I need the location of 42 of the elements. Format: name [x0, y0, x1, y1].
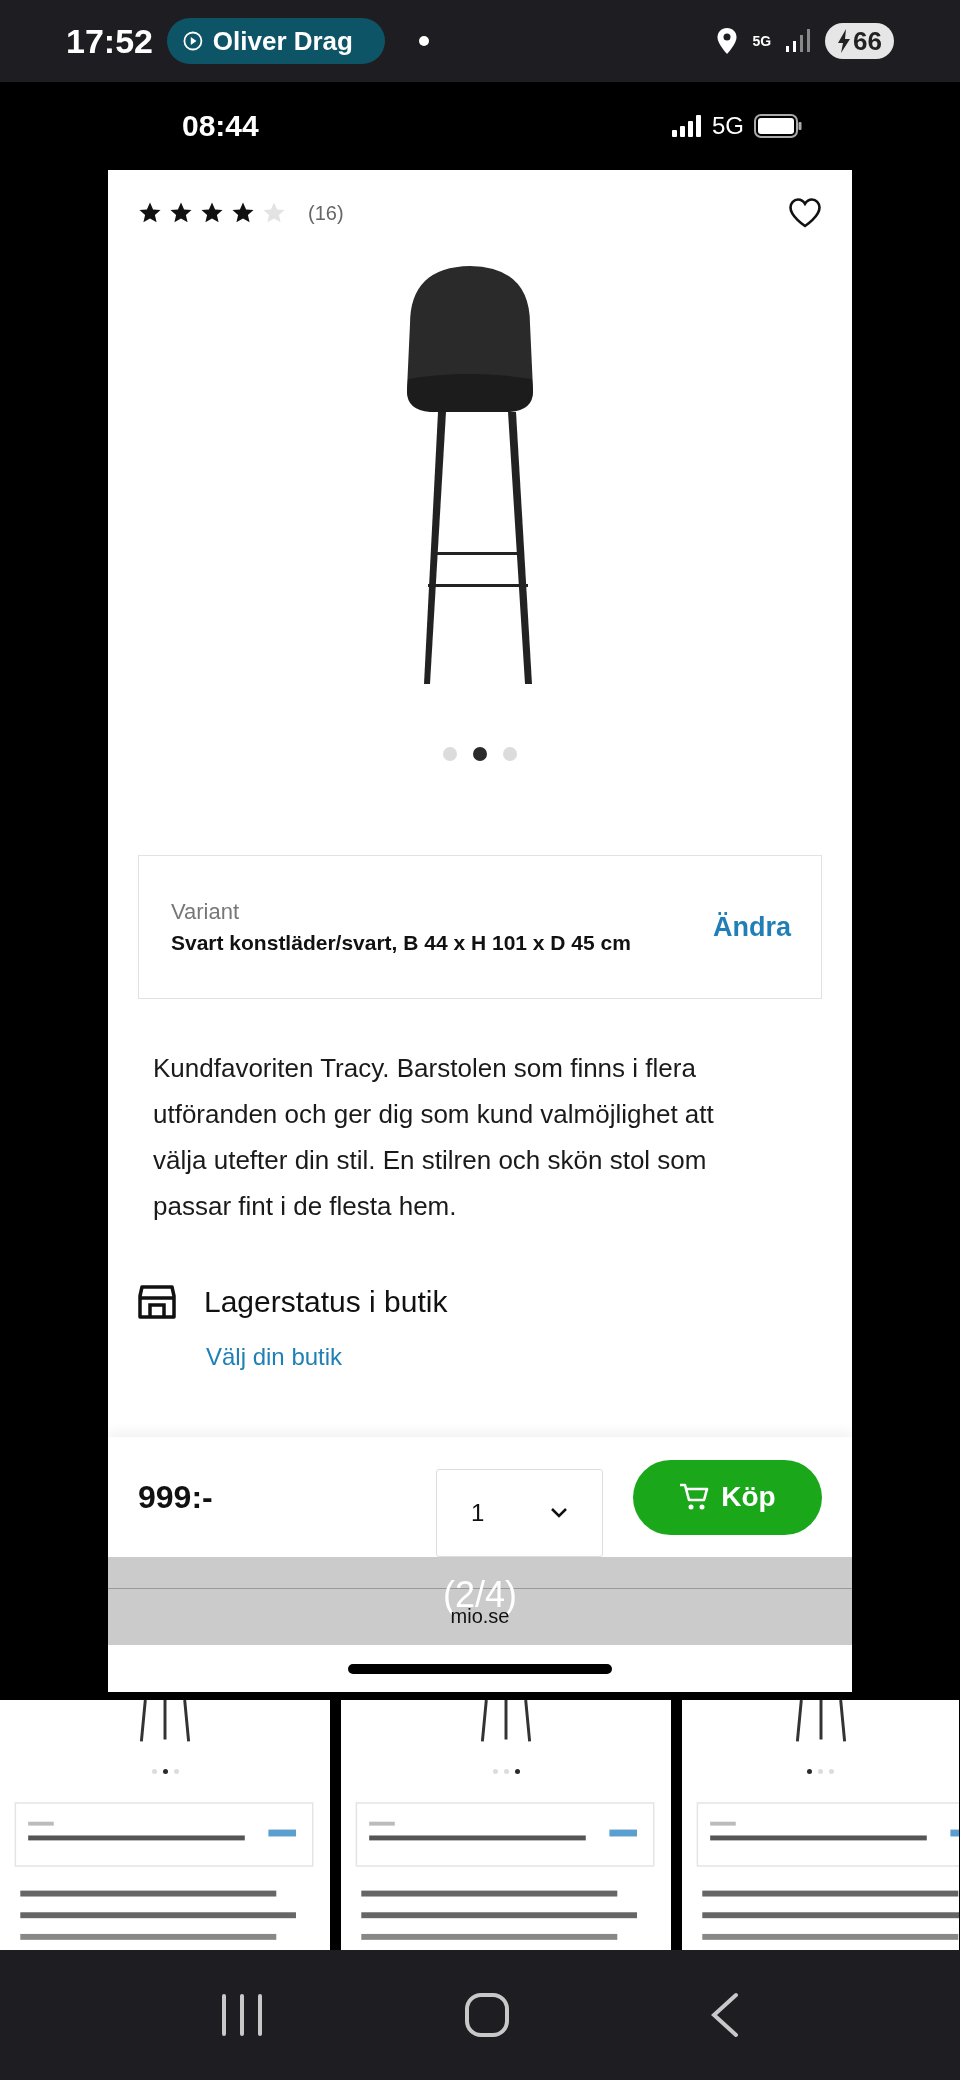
inner-status-time: 08:44 [182, 109, 259, 143]
home-icon[interactable] [464, 1992, 510, 2038]
change-variant-link[interactable]: Ändra [713, 911, 791, 943]
carousel-dot[interactable] [503, 747, 517, 761]
screenshot-thumbnail[interactable] [682, 1700, 959, 1950]
home-indicator[interactable] [348, 1663, 612, 1674]
signal-icon [672, 115, 702, 137]
buy-button[interactable]: Köp [633, 1459, 822, 1535]
battery-level: 66 [853, 25, 882, 57]
recent-apps-icon[interactable] [220, 1994, 264, 2036]
star-icon [262, 201, 286, 225]
carousel-dot[interactable] [473, 747, 487, 761]
signal-icon [785, 28, 812, 54]
star-icon [231, 201, 255, 225]
variant-label: Variant [171, 899, 241, 925]
location-pin-icon [716, 27, 739, 55]
review-count[interactable]: (16) [308, 201, 344, 225]
choose-store-link[interactable]: Välj din butik [206, 1343, 343, 1383]
store-icon [138, 1285, 176, 1319]
chevron-down-icon [550, 1507, 568, 1519]
battery-icon [754, 114, 802, 138]
carousel-dot[interactable] [443, 747, 457, 761]
quantity-select[interactable]: 1 [436, 1469, 603, 1557]
product-description: Kundfavoriten Tracy. Barstolen som finns i flera utföranden och ger dig som kund valmöjlighet att välja utefter din stil. En stilren och skön stol som passar fint i de flesta hem. [152, 1052, 715, 1223]
cart-icon [679, 1483, 710, 1511]
star-icon [200, 201, 224, 225]
media-chip[interactable]: Oliver Drag [166, 18, 385, 64]
network-type: 5G [712, 112, 744, 140]
network-type: 5G [752, 34, 772, 48]
status-time: 17:52 [66, 21, 153, 61]
notification-dot-icon [418, 36, 429, 46]
stock-status-title: Lagerstatus i butik [204, 1285, 448, 1319]
screenshot-thumbnail[interactable] [0, 1700, 330, 1950]
price: 999:- [138, 1478, 214, 1516]
screenshot-thumbnail[interactable] [341, 1700, 671, 1950]
charging-bolt-icon [837, 29, 852, 53]
media-title: Oliver Drag [212, 25, 353, 57]
back-icon[interactable] [710, 1992, 740, 2038]
favorite-button[interactable] [788, 197, 822, 229]
variant-value: Svart konstläder/svart, B 44 x H 101 x D 45 cm [171, 931, 632, 955]
star-icon [169, 201, 193, 225]
star-icon [138, 201, 162, 225]
